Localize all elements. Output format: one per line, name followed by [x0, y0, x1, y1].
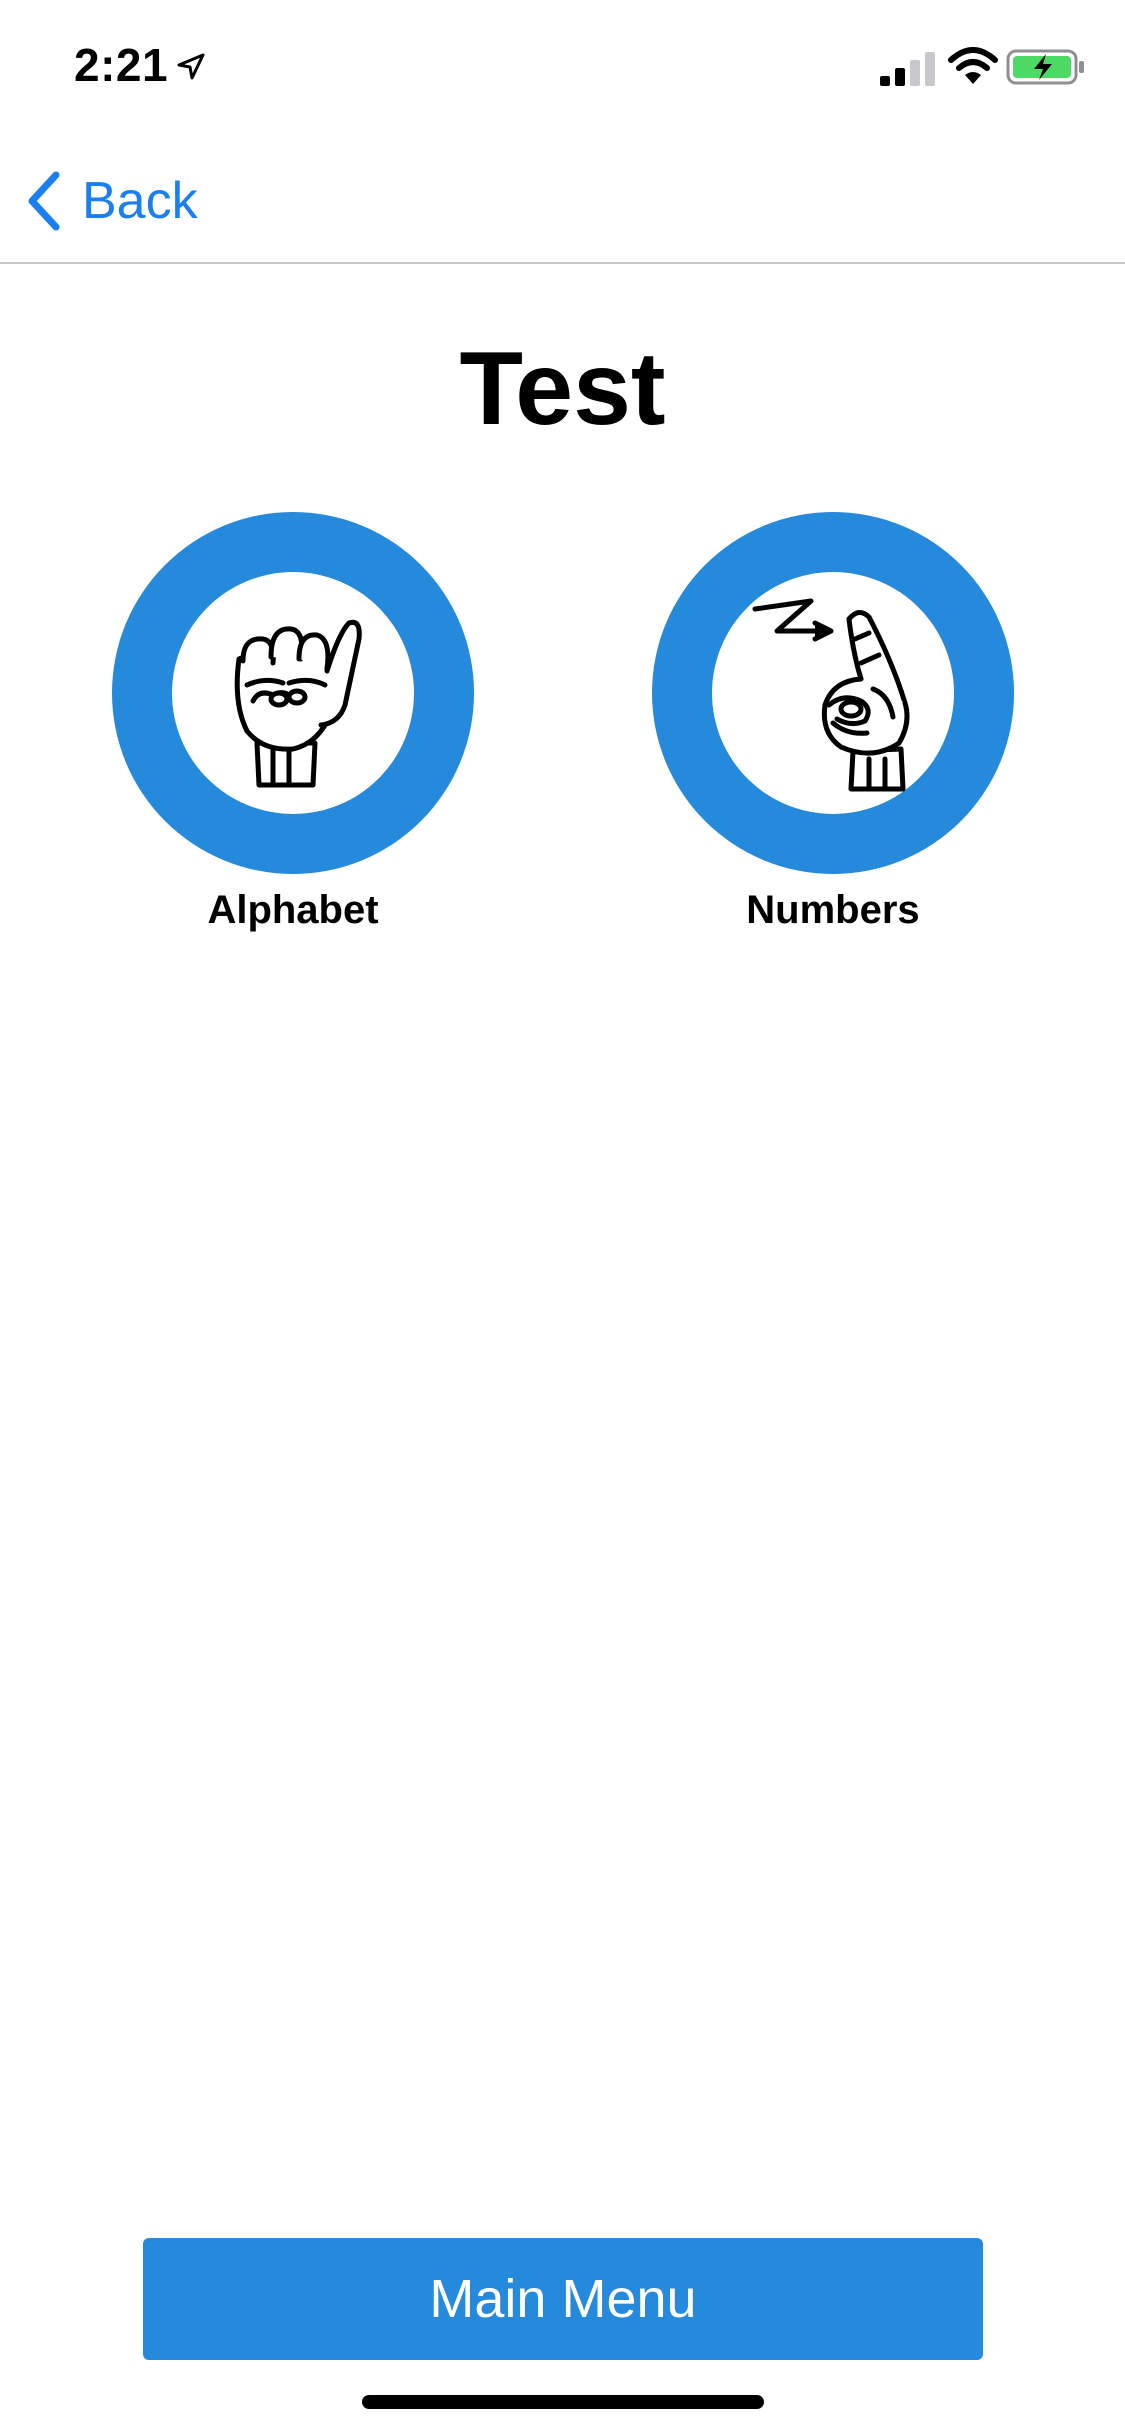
- page-title: Test: [459, 331, 666, 447]
- location-arrow-icon: [177, 53, 205, 80]
- battery-charging-icon: [1006, 49, 1084, 85]
- numbers-category-button[interactable]: Numbers: [652, 512, 1014, 933]
- home-indicator[interactable]: [362, 2395, 764, 2409]
- numbers-ring[interactable]: [652, 512, 1014, 874]
- chevron-left-icon: [28, 171, 60, 231]
- alphabet-ring-inner: [172, 572, 414, 814]
- back-button-label: Back: [82, 172, 198, 230]
- cellular-signal-icon: [880, 52, 935, 86]
- alphabet-label: Alphabet: [207, 888, 379, 932]
- back-button[interactable]: Back: [24, 166, 198, 236]
- alphabet-category-button[interactable]: Alphabet: [112, 512, 474, 933]
- alphabet-ring[interactable]: [112, 512, 474, 874]
- fist-hand-sign-icon: [234, 619, 362, 788]
- pointing-hand-sign-icon: [752, 598, 910, 792]
- navigation-bar: Back: [0, 132, 1125, 264]
- main-menu-label: Main Menu: [429, 2269, 697, 2329]
- wifi-icon: [948, 47, 998, 84]
- status-time: 2:21: [74, 39, 169, 91]
- numbers-ring-inner: [712, 572, 954, 814]
- numbers-label: Numbers: [746, 888, 920, 932]
- main-menu-button[interactable]: Main Menu: [143, 2238, 983, 2360]
- status-bar: 2:21: [0, 0, 1125, 132]
